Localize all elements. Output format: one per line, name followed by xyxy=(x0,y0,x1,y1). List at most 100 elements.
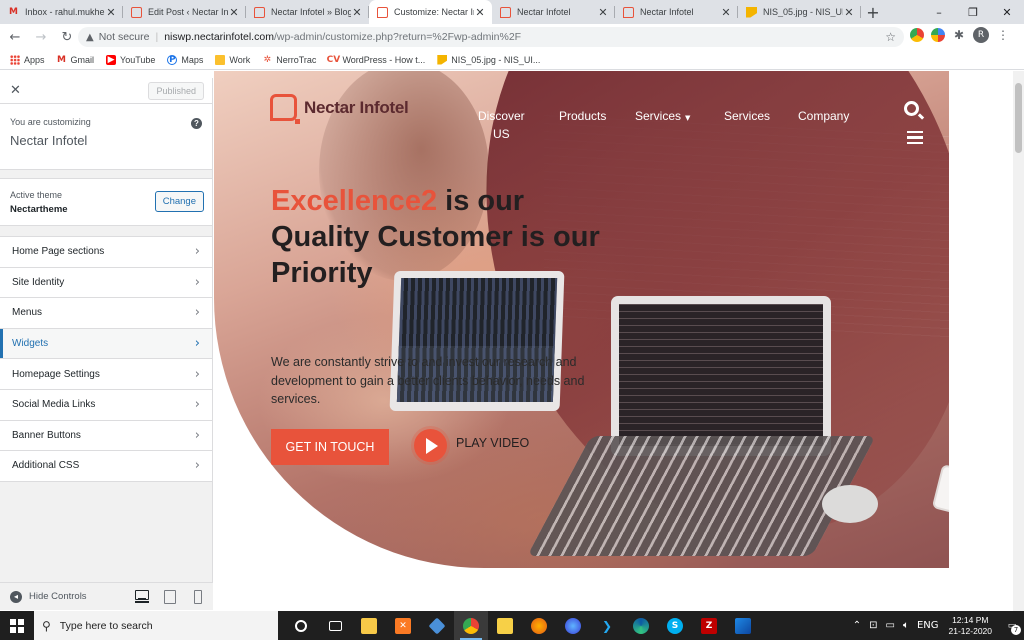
chevron-up-icon[interactable]: ⌃ xyxy=(853,620,861,631)
profile-avatar[interactable]: R xyxy=(973,27,989,43)
headline-accent: Excellence2 xyxy=(271,185,438,217)
section-menus[interactable]: Menus › xyxy=(0,298,212,329)
section-widgets[interactable]: Widgets › xyxy=(0,328,212,360)
extension-c-icon[interactable] xyxy=(910,28,924,42)
mobile-preview-icon[interactable] xyxy=(191,589,205,604)
cortana-icon[interactable] xyxy=(284,611,318,640)
bookmark-nerrotrac[interactable]: ✲ NerroTrac xyxy=(262,55,316,65)
xampp-icon[interactable]: ✕ xyxy=(386,611,420,640)
nav-services[interactable]: Services xyxy=(724,107,770,125)
nav-discover-us[interactable]: Discover US xyxy=(478,107,525,143)
bookmark-star-icon[interactable]: ☆ xyxy=(885,30,896,44)
notification-count: 7 xyxy=(1011,625,1021,635)
search-icon[interactable] xyxy=(904,101,919,116)
photos-icon[interactable] xyxy=(726,611,760,640)
skype-icon[interactable]: S xyxy=(658,611,692,640)
notification-center-icon[interactable]: ▭7 xyxy=(1000,611,1024,640)
bookmark-nis[interactable]: NIS_05.jpg - NIS_UI... xyxy=(437,54,541,65)
start-button[interactable] xyxy=(0,611,34,640)
play-video-button[interactable]: PLAY VIDEO xyxy=(414,429,529,462)
task-view-icon[interactable] xyxy=(318,611,352,640)
browser-tab[interactable]: NIS_05.jpg - NIS_UI ✕ xyxy=(738,0,861,24)
extension-color-icon[interactable] xyxy=(931,28,945,42)
hamburger-menu-icon[interactable] xyxy=(907,131,923,144)
forward-icon[interactable]: → xyxy=(30,26,52,48)
section-site-identity[interactable]: Site Identity › xyxy=(0,267,212,299)
browser-toolbar: ← → ↻ ▲ Not secure | niswp.nectarinfotel… xyxy=(0,24,1024,50)
browser-tab-strip: M Inbox - rahul.mukhe ✕ Edit Post ‹ Nect… xyxy=(0,0,1024,24)
taskbar-search[interactable]: ⚲ Type here to search xyxy=(34,611,278,640)
volume-icon[interactable]: 🔈︎ xyxy=(903,620,909,631)
hero-subtext: We are constantly strive to and invest o… xyxy=(271,355,585,406)
browser-tab[interactable]: Nectar Infotel ✕ xyxy=(492,0,615,24)
maximize-button[interactable]: ❐ xyxy=(956,0,990,24)
kebab-menu-icon[interactable]: ⋮ xyxy=(996,28,1010,42)
bookmark-maps[interactable]: P Maps xyxy=(167,54,203,65)
preview-scrollbar[interactable] xyxy=(1013,71,1024,611)
address-bar[interactable]: ▲ Not secure | niswp.nectarinfotel.com /… xyxy=(78,27,904,47)
app-cube-icon[interactable] xyxy=(420,611,454,640)
tab-close-icon[interactable]: ✕ xyxy=(228,6,240,19)
nav-products[interactable]: Products xyxy=(559,107,606,125)
language-indicator[interactable]: ENG xyxy=(917,620,939,631)
tab-close-icon[interactable]: ✕ xyxy=(843,6,855,19)
vscode-icon[interactable]: ❯ xyxy=(590,611,624,640)
tab-close-icon[interactable]: ✕ xyxy=(720,6,732,19)
back-icon[interactable]: ← xyxy=(4,26,26,48)
chevron-right-icon: › xyxy=(194,366,200,382)
bookmark-wordpress[interactable]: CV WordPress - How t... xyxy=(327,55,426,65)
edge-icon[interactable] xyxy=(624,611,658,640)
firefox-icon[interactable] xyxy=(522,611,556,640)
browser-tab[interactable]: Edit Post ‹ Nectar Inf ✕ xyxy=(123,0,246,24)
browser-tab[interactable]: M Inbox - rahul.mukhe ✕ xyxy=(0,0,123,24)
section-social-media-links[interactable]: Social Media Links › xyxy=(0,389,212,421)
chevron-right-icon: › xyxy=(194,397,200,413)
section-label: Site Identity xyxy=(12,276,65,288)
firefox-dev-icon[interactable] xyxy=(556,611,590,640)
minimize-button[interactable]: – xyxy=(922,0,956,24)
nav-services-dropdown[interactable]: Services ▼ xyxy=(635,107,690,127)
tab-close-icon[interactable]: ✕ xyxy=(351,6,363,19)
sticky-notes-icon[interactable] xyxy=(488,611,522,640)
help-icon[interactable]: ? xyxy=(191,118,202,129)
bookmark-youtube[interactable]: ▶ YouTube xyxy=(106,54,155,65)
hide-controls-button[interactable]: Hide Controls xyxy=(29,591,87,602)
close-window-button[interactable]: ✕ xyxy=(990,0,1024,24)
new-tab-button[interactable]: + xyxy=(861,0,885,24)
taskbar-clock[interactable]: 12:14 PM 21-12-2020 xyxy=(949,615,992,637)
close-customizer-button[interactable]: ✕ xyxy=(10,83,21,98)
battery-icon[interactable]: ▭ xyxy=(886,620,895,631)
tab-close-icon[interactable]: ✕ xyxy=(105,6,117,19)
reload-icon[interactable]: ↻ xyxy=(56,26,78,48)
apps-icon xyxy=(10,54,20,65)
tab-close-icon[interactable]: ✕ xyxy=(474,6,486,19)
filezilla-icon[interactable]: Z xyxy=(692,611,726,640)
chrome-taskbar-icon[interactable] xyxy=(454,611,488,640)
taskbar-search-placeholder: Type here to search xyxy=(59,619,153,632)
change-theme-button[interactable]: Change xyxy=(154,191,204,212)
browser-tab[interactable]: Nectar Infotel ✕ xyxy=(615,0,738,24)
bookmark-label: NIS_05.jpg - NIS_UI... xyxy=(451,54,541,65)
desktop-preview-icon[interactable] xyxy=(135,589,149,603)
tab-close-icon[interactable]: ✕ xyxy=(597,6,609,19)
customizing-info: You are customizing Nectar Infotel ? xyxy=(0,104,212,170)
nav-company[interactable]: Company xyxy=(798,107,849,125)
network-icon[interactable]: ⊡ xyxy=(869,620,877,631)
bookmark-work[interactable]: Work xyxy=(215,54,250,65)
bookmark-apps[interactable]: Apps xyxy=(10,54,45,65)
tablet-preview-icon[interactable] xyxy=(163,589,177,604)
section-homepage-settings[interactable]: Homepage Settings › xyxy=(0,359,212,390)
section-banner-buttons[interactable]: Banner Buttons › xyxy=(0,420,212,452)
section-additional-css[interactable]: Additional CSS › xyxy=(0,451,212,482)
browser-tab[interactable]: Nectar Infotel » Blog ✕ xyxy=(246,0,369,24)
browser-tab-active[interactable]: Customize: Nectar Inf ✕ xyxy=(369,0,492,24)
site-logo[interactable]: Nectar Infotel xyxy=(270,94,409,124)
publish-button[interactable]: Published xyxy=(148,81,204,100)
bookmark-gmail[interactable]: M Gmail xyxy=(57,55,94,65)
file-explorer-icon[interactable] xyxy=(352,611,386,640)
puzzle-icon[interactable]: ✱ xyxy=(952,28,966,42)
scrollbar-thumb[interactable] xyxy=(1015,83,1022,153)
get-in-touch-button[interactable]: GET IN TOUCH xyxy=(271,429,389,465)
section-home-page-sections[interactable]: Home Page sections › xyxy=(0,237,212,268)
hide-controls-icon[interactable]: ◂ xyxy=(10,590,22,603)
